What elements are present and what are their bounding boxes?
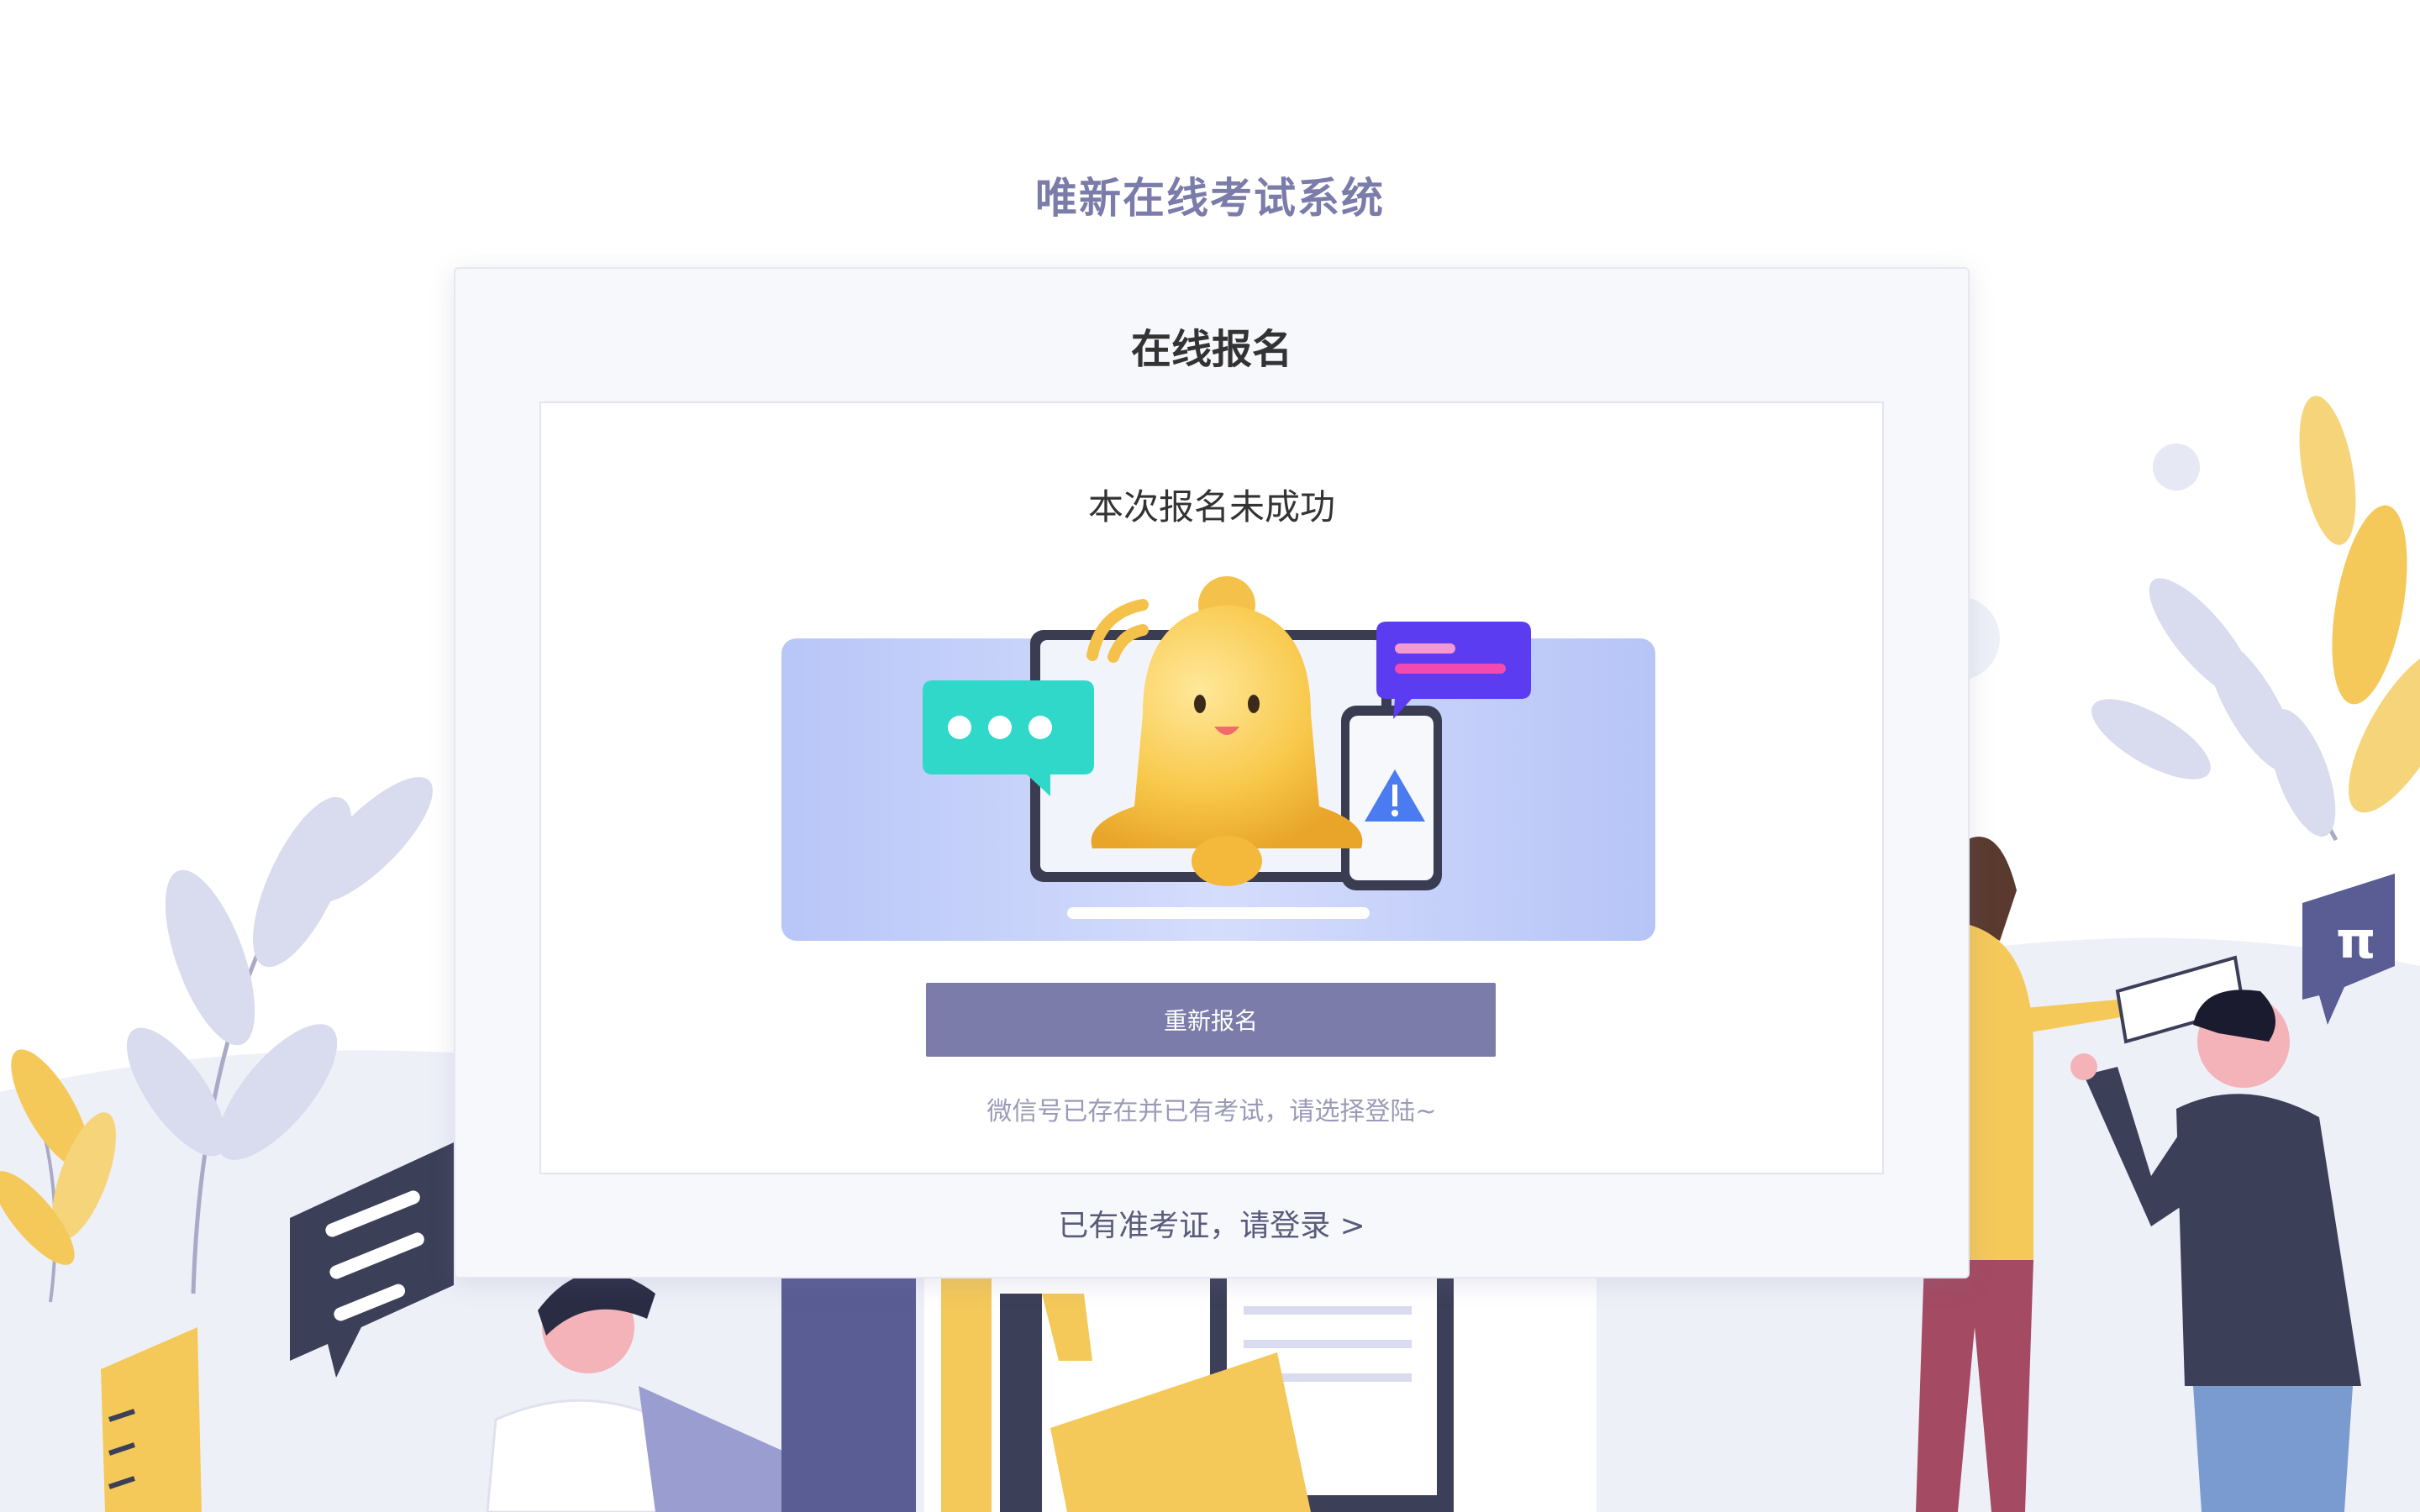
books-illustration (781, 1277, 1454, 1512)
card-title: 在线报名 (1130, 326, 1292, 373)
registration-card: 在线报名 本次报名未成功 重新报名 微信号已存在并已有考试，请选择登陆~ 已有准… (454, 267, 1970, 1278)
retry-registration-button[interactable]: 重新报名 (926, 983, 1496, 1057)
login-link[interactable]: 已有准考证，请登录 > (455, 1201, 1968, 1245)
hint-text: 微信号已存在并已有考试，请选择登陆~ (986, 1097, 1437, 1126)
result-panel: 本次报名未成功 重新报名 微信号已存在并已有考试，请选择登陆~ (539, 402, 1884, 1174)
plant-right-illustration (2091, 396, 2420, 842)
site-title: 唯新在线考试系统 (1035, 174, 1385, 223)
status-message: 本次报名未成功 (1087, 486, 1335, 528)
bell-notification-illustration (781, 576, 1655, 941)
svg-text:π: π (2336, 911, 2375, 970)
